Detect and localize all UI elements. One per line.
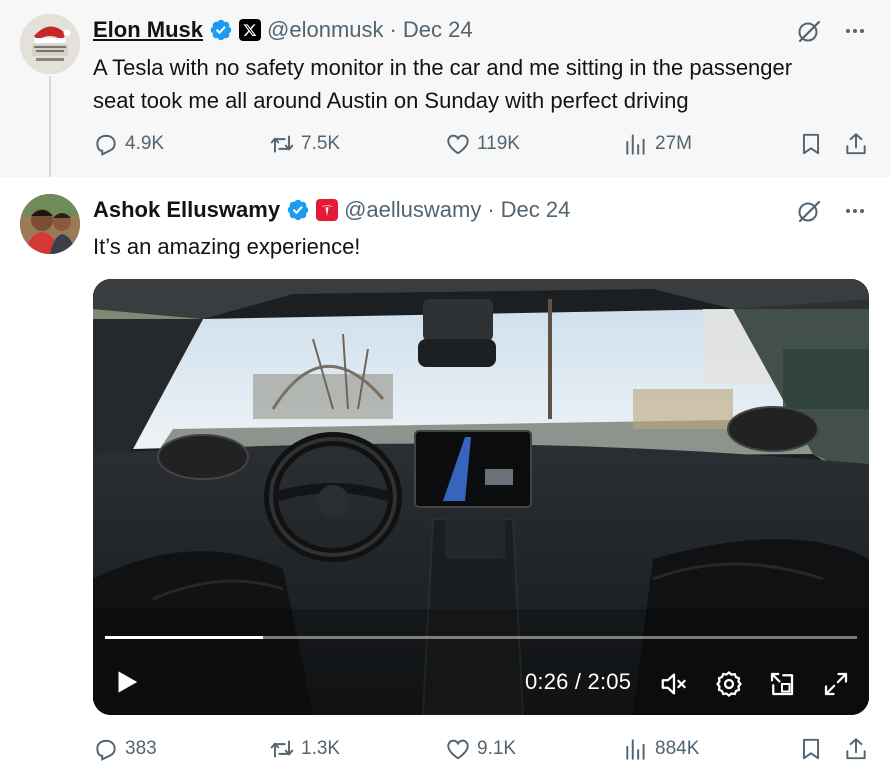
timestamp[interactable]: Dec 24 bbox=[403, 17, 473, 43]
grok-icon[interactable] bbox=[795, 17, 823, 45]
thread-connector bbox=[49, 76, 51, 192]
tesla-logo-icon[interactable] bbox=[316, 199, 339, 221]
tweet-elonmusk[interactable]: Elon Musk @elonmusk · Dec 24 A Tesla wit… bbox=[0, 0, 891, 192]
like-icon bbox=[447, 739, 469, 760]
repost-button[interactable]: 1.3K bbox=[269, 733, 340, 765]
verified-badge-icon[interactable] bbox=[286, 198, 310, 222]
more-icon[interactable] bbox=[841, 197, 869, 225]
repost-count: 7.5K bbox=[301, 133, 341, 154]
like-count: 9.1K bbox=[477, 738, 517, 759]
tweet-header: Ashok Elluswamy @aelluswamy · Dec 24 bbox=[93, 194, 570, 226]
display-name[interactable]: Elon Musk bbox=[93, 17, 203, 43]
views-icon bbox=[626, 739, 645, 760]
action-bar: 4.9K 7.5K 119K 27M bbox=[93, 128, 871, 160]
tweet-aelluswamy[interactable]: Ashok Elluswamy @aelluswamy · Dec 24 It’… bbox=[0, 177, 891, 781]
repost-icon bbox=[270, 740, 294, 758]
repost-count: 1.3K bbox=[301, 738, 341, 759]
fullscreen-icon[interactable] bbox=[821, 669, 851, 699]
dot-separator: · bbox=[389, 17, 397, 42]
bookmark-button[interactable] bbox=[798, 733, 824, 765]
grok-icon[interactable] bbox=[795, 197, 823, 225]
share-icon bbox=[846, 738, 866, 760]
display-name[interactable]: Ashok Elluswamy bbox=[93, 197, 280, 223]
tweet-text-line: seat took me all around Austin on Sunday… bbox=[93, 88, 689, 113]
tweet-header: Elon Musk @elonmusk · Dec 24 bbox=[93, 14, 473, 46]
share-button[interactable] bbox=[843, 128, 869, 160]
top-actions bbox=[795, 17, 869, 45]
video-frame bbox=[93, 279, 869, 715]
reply-icon bbox=[96, 739, 116, 761]
like-button[interactable]: 119K bbox=[445, 128, 520, 160]
video-progress-bar[interactable] bbox=[105, 636, 857, 639]
video-time: 0:26 / 2:05 bbox=[525, 669, 632, 694]
x-logo-icon[interactable] bbox=[239, 19, 262, 41]
views-button[interactable]: 884K bbox=[623, 733, 699, 765]
video-progress-fill bbox=[105, 636, 263, 639]
dot-separator: · bbox=[487, 197, 495, 222]
repost-icon bbox=[270, 135, 294, 153]
action-bar: 383 1.3K 9.1K 884K bbox=[93, 733, 871, 765]
mute-icon[interactable] bbox=[659, 669, 689, 699]
views-count: 884K bbox=[655, 738, 700, 759]
views-button[interactable]: 27M bbox=[623, 128, 692, 160]
views-count: 27M bbox=[655, 133, 692, 154]
handle[interactable]: @aelluswamy bbox=[344, 197, 481, 223]
handle[interactable]: @elonmusk bbox=[267, 17, 384, 43]
views-icon bbox=[626, 134, 645, 155]
repost-button[interactable]: 7.5K bbox=[269, 128, 340, 160]
like-icon bbox=[447, 134, 469, 155]
reply-count: 383 bbox=[125, 738, 157, 759]
tweet-text: A Tesla with no safety monitor in the ca… bbox=[93, 51, 863, 117]
avatar-elonmusk[interactable] bbox=[20, 14, 80, 74]
reply-count: 4.9K bbox=[125, 133, 165, 154]
share-button[interactable] bbox=[843, 733, 869, 765]
bookmark-icon bbox=[802, 133, 820, 155]
tweet-text-line: A Tesla with no safety monitor in the ca… bbox=[93, 55, 793, 80]
reply-button[interactable]: 383 bbox=[93, 733, 157, 765]
avatar-aelluswamy[interactable] bbox=[20, 194, 80, 254]
verified-badge-icon[interactable] bbox=[209, 18, 233, 42]
bookmark-icon bbox=[802, 738, 820, 760]
settings-icon[interactable] bbox=[714, 669, 744, 699]
share-icon bbox=[846, 133, 866, 155]
tweet-text: It’s an amazing experience! bbox=[93, 234, 361, 259]
like-count: 119K bbox=[477, 133, 520, 154]
like-button[interactable]: 9.1K bbox=[445, 733, 516, 765]
timestamp[interactable]: Dec 24 bbox=[501, 197, 571, 223]
top-actions bbox=[795, 197, 869, 225]
reply-button[interactable]: 4.9K bbox=[93, 128, 164, 160]
more-icon[interactable] bbox=[841, 17, 869, 45]
play-icon[interactable] bbox=[111, 667, 141, 697]
pip-icon[interactable] bbox=[767, 669, 797, 699]
reply-icon bbox=[96, 134, 116, 156]
bookmark-button[interactable] bbox=[798, 128, 824, 160]
video-player[interactable]: 0:26 / 2:05 bbox=[93, 279, 869, 715]
